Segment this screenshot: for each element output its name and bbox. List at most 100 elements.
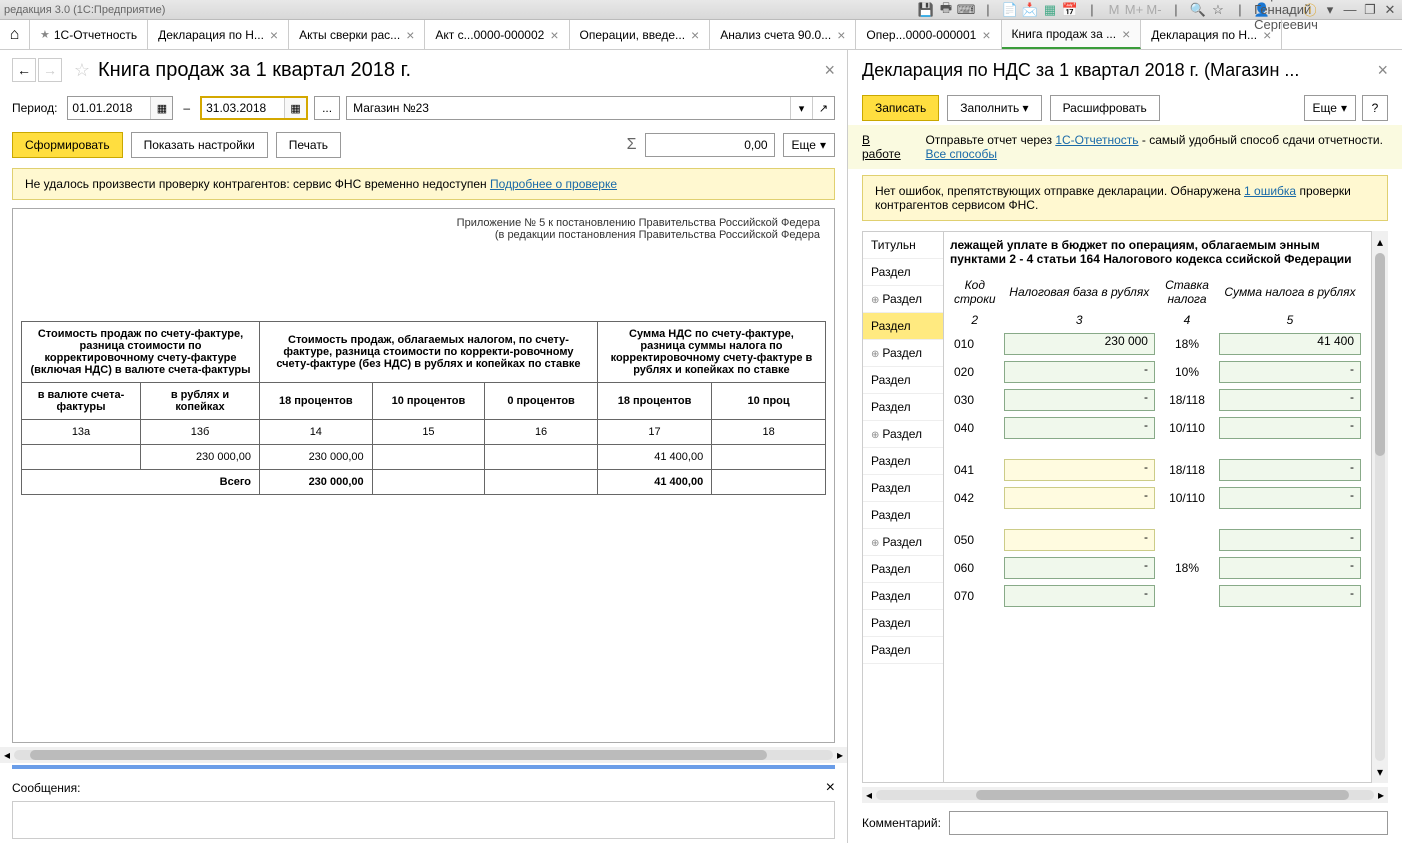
section-item[interactable]: Титульн bbox=[863, 232, 943, 259]
otchetnost-link[interactable]: 1С-Отчетность bbox=[1055, 133, 1138, 147]
all-methods-link[interactable]: Все способы bbox=[925, 147, 997, 161]
m-icon[interactable]: M bbox=[1106, 2, 1122, 18]
splitter[interactable] bbox=[12, 765, 835, 769]
tab-close-icon[interactable]: × bbox=[550, 27, 558, 43]
sections-list[interactable]: ТитульнРаздел⊕РазделРаздел⊕РазделРазделР… bbox=[862, 231, 944, 783]
section-item[interactable]: Раздел bbox=[863, 475, 943, 502]
calc-icon[interactable]: ⌨ bbox=[958, 2, 974, 18]
forward-button[interactable]: → bbox=[38, 58, 62, 82]
section-item[interactable]: ⊕Раздел bbox=[863, 421, 943, 448]
print-icon[interactable]: 🖶 bbox=[938, 2, 954, 18]
fill-button[interactable]: Заполнить ▾ bbox=[947, 95, 1041, 121]
tab[interactable]: Опер...0000-000001× bbox=[856, 20, 1001, 49]
date-to-input[interactable]: ▦ bbox=[200, 96, 308, 120]
tax-base-input[interactable]: - bbox=[1004, 417, 1155, 439]
help-button[interactable]: ? bbox=[1362, 95, 1388, 121]
tab[interactable]: Декларация по Н...× bbox=[1141, 20, 1282, 49]
minimize-icon[interactable]: — bbox=[1342, 2, 1358, 18]
warning-link[interactable]: Подробнее о проверке bbox=[490, 177, 617, 191]
tab[interactable]: Акт с...0000-000002× bbox=[425, 20, 569, 49]
org-dropdown-icon[interactable]: ▾ bbox=[790, 97, 812, 119]
section-item[interactable]: Раздел bbox=[863, 367, 943, 394]
tax-sum-input[interactable]: - bbox=[1219, 361, 1361, 383]
date-from-input[interactable]: ▦ bbox=[67, 96, 173, 120]
section-item[interactable]: ⊕Раздел bbox=[863, 286, 943, 313]
vertical-scrollbar[interactable]: ▴▾ bbox=[1372, 231, 1388, 783]
date-to-field[interactable] bbox=[202, 98, 284, 118]
dropdown-icon[interactable]: ▾ bbox=[1322, 2, 1338, 18]
write-button[interactable]: Записать bbox=[862, 95, 939, 121]
info-icon[interactable]: ⓘ bbox=[1302, 2, 1318, 18]
tab-close-icon[interactable]: × bbox=[406, 27, 414, 43]
tax-base-input[interactable]: - bbox=[1004, 487, 1155, 509]
section-item[interactable]: Раздел bbox=[863, 448, 943, 475]
date-from-field[interactable] bbox=[68, 97, 150, 119]
section-item[interactable]: Раздел bbox=[863, 610, 943, 637]
report-area[interactable]: Приложение № 5 к постановлению Правитель… bbox=[12, 208, 835, 743]
tax-sum-input[interactable]: - bbox=[1219, 389, 1361, 411]
tax-sum-input[interactable]: - bbox=[1219, 487, 1361, 509]
close-panel-button[interactable]: × bbox=[824, 60, 835, 81]
print-button[interactable]: Печать bbox=[276, 132, 341, 158]
tax-sum-input[interactable]: - bbox=[1219, 459, 1361, 481]
declaration-content[interactable]: лежащей уплате в бюджет по операциям, об… bbox=[944, 231, 1372, 783]
restore-icon[interactable]: ❐ bbox=[1362, 2, 1378, 18]
section-item[interactable]: Раздел bbox=[863, 556, 943, 583]
mail-icon[interactable]: 📩 bbox=[1022, 2, 1038, 18]
tab-close-icon[interactable]: × bbox=[1122, 26, 1130, 42]
tax-base-input[interactable]: - bbox=[1004, 459, 1155, 481]
status-link[interactable]: В работе bbox=[862, 133, 905, 161]
tax-sum-input[interactable]: - bbox=[1219, 585, 1361, 607]
error-link[interactable]: 1 ошибка bbox=[1244, 184, 1296, 198]
sum-field[interactable] bbox=[645, 133, 775, 157]
tax-sum-input[interactable]: - bbox=[1219, 557, 1361, 579]
tax-base-input[interactable]: 230 000 bbox=[1004, 333, 1155, 355]
back-button[interactable]: ← bbox=[12, 58, 36, 82]
more-button[interactable]: Еще▾ bbox=[783, 133, 835, 157]
show-settings-button[interactable]: Показать настройки bbox=[131, 132, 268, 158]
tab[interactable]: Операции, введе...× bbox=[570, 20, 711, 49]
tab-close-icon[interactable]: × bbox=[1263, 27, 1271, 43]
tax-base-input[interactable]: - bbox=[1004, 529, 1155, 551]
date-to-picker-icon[interactable]: ▦ bbox=[284, 98, 306, 118]
favorite-button[interactable]: ☆ bbox=[70, 58, 94, 82]
tax-sum-input[interactable]: - bbox=[1219, 529, 1361, 551]
tab[interactable]: Книга продаж за ...× bbox=[1002, 20, 1142, 49]
date-from-picker-icon[interactable]: ▦ bbox=[150, 97, 172, 119]
decode-button[interactable]: Расшифровать bbox=[1050, 95, 1160, 121]
tax-base-input[interactable]: - bbox=[1004, 389, 1155, 411]
tab-close-icon[interactable]: × bbox=[270, 27, 278, 43]
tab-close-icon[interactable]: × bbox=[837, 27, 845, 43]
close-icon[interactable]: ✕ bbox=[1382, 2, 1398, 18]
section-item[interactable]: Раздел bbox=[863, 313, 943, 340]
doc-icon[interactable]: 📄 bbox=[1002, 2, 1018, 18]
section-item[interactable]: Раздел bbox=[863, 394, 943, 421]
calendar-icon[interactable]: 📅 bbox=[1062, 2, 1078, 18]
mminus-icon[interactable]: M- bbox=[1146, 2, 1162, 18]
organization-select[interactable]: ▾ ↗ bbox=[346, 96, 835, 120]
section-item[interactable]: ⊕Раздел bbox=[863, 340, 943, 367]
zoom-icon[interactable]: 🔍 bbox=[1190, 2, 1206, 18]
section-item[interactable]: Раздел bbox=[863, 259, 943, 286]
tax-base-input[interactable]: - bbox=[1004, 585, 1155, 607]
tab[interactable]: Акты сверки рас...× bbox=[289, 20, 425, 49]
tab-close-icon[interactable]: × bbox=[982, 27, 990, 43]
mplus-icon[interactable]: M+ bbox=[1126, 2, 1142, 18]
horizontal-scrollbar-right[interactable]: ◂▸ bbox=[862, 787, 1388, 803]
organization-field[interactable] bbox=[347, 101, 790, 115]
section-item[interactable]: ⊕Раздел bbox=[863, 529, 943, 556]
section-item[interactable]: Раздел bbox=[863, 583, 943, 610]
close-right-panel-button[interactable]: × bbox=[1377, 60, 1388, 81]
period-select-button[interactable]: ... bbox=[314, 96, 340, 120]
comment-input[interactable] bbox=[949, 811, 1388, 835]
tab[interactable]: Декларация по Н...× bbox=[148, 20, 289, 49]
section-item[interactable]: Раздел bbox=[863, 502, 943, 529]
more-button-right[interactable]: Еще▾ bbox=[1304, 95, 1356, 121]
tax-sum-input[interactable]: - bbox=[1219, 417, 1361, 439]
horizontal-scrollbar[interactable]: ◂▸ bbox=[0, 747, 847, 763]
tab-close-icon[interactable]: × bbox=[691, 27, 699, 43]
generate-button[interactable]: Сформировать bbox=[12, 132, 123, 158]
tax-base-input[interactable]: - bbox=[1004, 557, 1155, 579]
star-icon[interactable]: ☆ bbox=[1210, 2, 1226, 18]
table-icon[interactable]: ▦ bbox=[1042, 2, 1058, 18]
